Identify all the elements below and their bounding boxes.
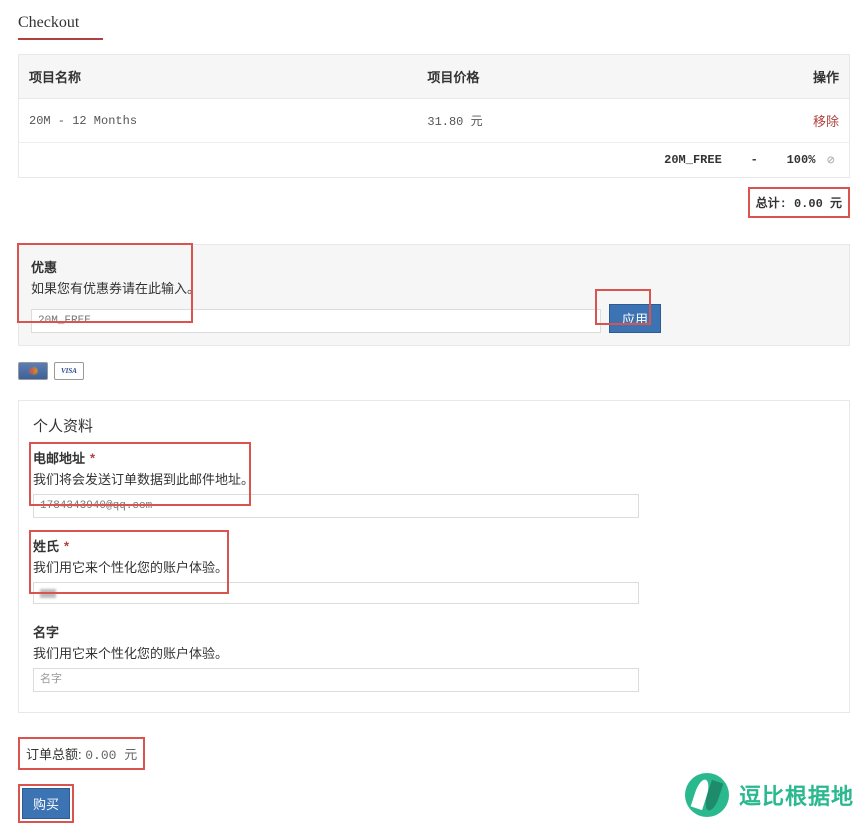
order-total-badge: 订单总额: 0.00 元 [18,737,145,770]
email-field[interactable] [33,494,639,518]
firstname-block: 名字 我们用它来个性化您的账户体验。 [33,622,835,692]
total-label: 总计: [756,197,787,211]
table-row: 20M - 12 Months 31.80 元 移除 [19,99,850,143]
email-label: 电邮地址 [33,451,85,466]
apply-button[interactable]: 应用 [609,304,661,333]
remove-discount-icon[interactable]: ⊘ [827,156,835,167]
buy-highlight-box: 购买 [18,784,74,823]
firstname-label: 名字 [33,625,59,640]
item-price-cell: 31.80 元 [417,99,700,143]
required-icon: * [89,452,97,467]
lastname-field-content[interactable] [40,589,56,598]
cart-table: 项目名称 项目价格 操作 20M - 12 Months 31.80 元 移除 [18,54,850,143]
total-amount: 0.00 元 [794,197,842,211]
col-item-action: 操作 [700,55,850,99]
col-item-price: 项目价格 [417,55,700,99]
watermark-logo-icon [685,773,729,817]
discount-code: 20M_FREE [664,153,722,167]
watermark-text: 逗比根据地 [739,779,854,811]
page-title: Checkout [18,14,850,38]
firstname-hint: 我们用它来个性化您的账户体验。 [33,643,835,662]
applied-discount-row: 20M_FREE - 100% ⊘ [18,143,850,178]
email-hint: 我们将会发送订单数据到此邮件地址。 [33,469,835,488]
visa-icon: VISA [54,362,84,380]
watermark: 逗比根据地 [685,773,854,817]
mastercard-icon [18,362,48,380]
discount-sep: - [751,153,758,167]
cart-total-badge: 总计: 0.00 元 [748,187,850,218]
coupon-input[interactable] [31,309,601,333]
title-underline [18,38,103,40]
required-icon: * [63,540,71,555]
remove-item-link[interactable]: 移除 [813,114,839,129]
col-item-name: 项目名称 [19,55,418,99]
coupon-title: 优惠 [31,257,837,276]
personal-info-panel: 个人资料 电邮地址 * 我们将会发送订单数据到此邮件地址。 姓氏 * 我们用它来… [18,400,850,713]
coupon-hint: 如果您有优惠券请在此输入。 [31,278,837,297]
order-total-amount: 0.00 元 [85,748,137,763]
coupon-panel: 优惠 如果您有优惠券请在此输入。 应用 [18,244,850,346]
personal-heading: 个人资料 [33,415,835,436]
lastname-hint: 我们用它来个性化您的账户体验。 [33,557,835,576]
discount-pct: 100% [787,153,816,167]
order-total-label: 订单总额: [26,747,82,762]
lastname-block: 姓氏 * 我们用它来个性化您的账户体验。 [33,536,835,604]
payment-methods: VISA [18,362,850,380]
email-block: 电邮地址 * 我们将会发送订单数据到此邮件地址。 [33,448,835,518]
firstname-field[interactable] [33,668,639,692]
buy-button[interactable]: 购买 [22,788,70,819]
item-name-cell: 20M - 12 Months [19,99,418,143]
lastname-label: 姓氏 [33,539,59,554]
